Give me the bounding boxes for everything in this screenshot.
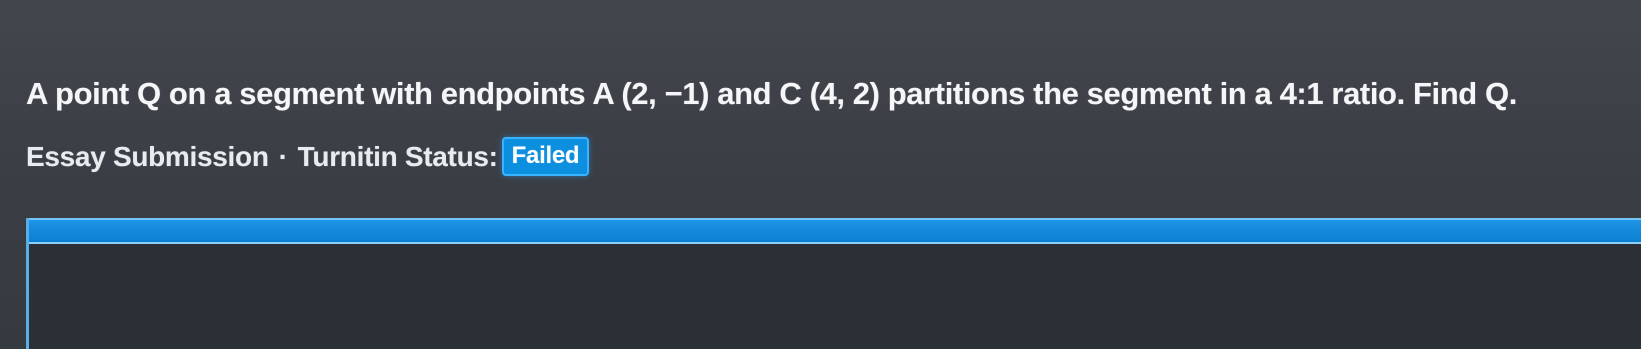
submission-label: Essay Submission xyxy=(26,140,269,172)
turnitin-status-label: Turnitin Status: xyxy=(297,140,498,172)
separator-dot: · xyxy=(278,140,288,172)
status-badge[interactable]: Failed xyxy=(501,137,590,176)
content-panel xyxy=(26,218,1641,349)
panel-header-bar xyxy=(29,218,1641,244)
question-text: A point Q on a segment with endpoints A … xyxy=(26,76,1517,111)
submission-status-line: Essay Submission · Turnitin Status: Fail… xyxy=(26,137,590,176)
